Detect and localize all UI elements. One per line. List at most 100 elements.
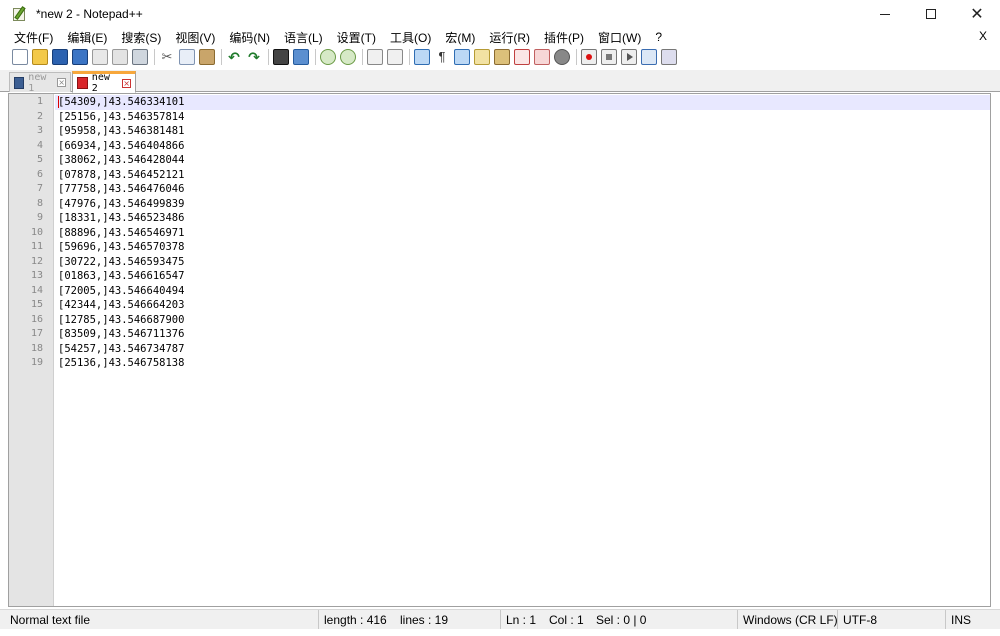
run-multiple-icon[interactable]: [641, 49, 657, 65]
tab-new-1[interactable]: new 1 ×: [9, 72, 71, 94]
menu-language[interactable]: 语言(L): [277, 29, 330, 46]
line-number: 11: [30, 241, 43, 252]
menu-file[interactable]: 文件(F): [0, 29, 60, 46]
show-all-characters-icon[interactable]: ¶: [434, 49, 450, 65]
open-file-icon[interactable]: [32, 49, 48, 65]
editor-line[interactable]: 12 [30722,]43.546593475: [31, 255, 990, 270]
close-tab-icon[interactable]: ×: [122, 78, 131, 88]
new-file-icon[interactable]: [12, 49, 28, 65]
menu-view[interactable]: 视图(V): [168, 29, 222, 46]
editor-line[interactable]: 16 [12785,]43.546687900: [31, 313, 990, 328]
close-document-button[interactable]: X: [979, 29, 987, 43]
zoom-in-icon[interactable]: [320, 49, 336, 65]
editor-line[interactable]: 10 [88896,]43.546546971: [31, 226, 990, 241]
editor-line[interactable]: 19 [25136,]43.546758138: [31, 356, 990, 371]
line-text: [12785,]43.546687900: [58, 313, 185, 326]
line-number: 10: [30, 226, 43, 238]
save-macro-icon[interactable]: [661, 49, 677, 65]
window-bottom-edge: [0, 629, 1000, 636]
redo-icon[interactable]: ↷: [246, 49, 262, 65]
toolbar-separator: [362, 49, 363, 65]
menu-search[interactable]: 搜索(S): [114, 29, 168, 46]
line-text: [25156,]43.546357814: [58, 110, 185, 123]
editor-line[interactable]: 17 [83509,]43.546711376: [31, 327, 990, 342]
text-editor[interactable]: 1 [54309,]43.546334101 2 [25156,]43.5463578…: [8, 93, 991, 607]
unsaved-file-icon: [77, 77, 88, 89]
toolbar-separator: [315, 49, 316, 65]
paste-icon[interactable]: [199, 49, 215, 65]
copy-icon[interactable]: [179, 49, 195, 65]
playback-icon[interactable]: [621, 49, 637, 65]
close-all-icon[interactable]: [112, 49, 128, 65]
tab-new-2[interactable]: new 2 ×: [72, 71, 136, 94]
replace-icon[interactable]: [293, 49, 309, 65]
menu-settings[interactable]: 设置(T): [330, 29, 383, 46]
text-caret: [58, 96, 59, 108]
print-icon[interactable]: [132, 49, 148, 65]
menu-window[interactable]: 窗口(W): [591, 29, 648, 46]
line-number: 1: [36, 96, 43, 107]
menu-run[interactable]: 运行(R): [482, 29, 537, 46]
save-icon[interactable]: [52, 49, 68, 65]
line-text: [01863,]43.546616547: [58, 270, 185, 282]
save-all-icon[interactable]: [72, 49, 88, 65]
line-number: 14: [30, 284, 43, 296]
line-text: [18331,]43.546523486: [58, 212, 185, 224]
editor-line[interactable]: 3 [95958,]43.546381481: [37, 124, 990, 139]
status-bar: Normal text file length : 416 lines : 19…: [0, 609, 1000, 630]
sync-vertical-icon[interactable]: [367, 49, 383, 65]
editor-line[interactable]: 6 [07878,]43.546452121: [37, 168, 990, 183]
editor-line[interactable]: 1 [54309,]43.546334101: [37, 95, 990, 110]
minimize-icon: [880, 13, 890, 15]
sync-horizontal-icon[interactable]: [387, 49, 403, 65]
zoom-out-icon[interactable]: [340, 49, 356, 65]
editor-line[interactable]: 14 [72005,]43.546640494: [31, 284, 990, 299]
editor-line[interactable]: 15 [42344,]43.546664203: [31, 298, 990, 313]
menu-edit[interactable]: 编辑(E): [60, 29, 114, 46]
close-file-icon[interactable]: [92, 49, 108, 65]
editor-line[interactable]: 8 [47976,]43.546499839: [37, 197, 990, 212]
editor-line[interactable]: 7 [77758,]43.546476046: [37, 182, 990, 197]
line-number: 17: [30, 328, 43, 339]
close-tab-icon[interactable]: ×: [57, 78, 66, 87]
tab-label: new 2: [91, 72, 110, 94]
toolbar-separator: [409, 49, 410, 65]
editor-line[interactable]: 11 [59696,]43.546570378: [31, 240, 990, 255]
undo-icon[interactable]: ↶: [226, 49, 242, 65]
monitoring-icon[interactable]: [554, 49, 570, 65]
menu-plugins[interactable]: 插件(P): [537, 29, 591, 46]
line-number: 8: [36, 197, 43, 209]
user-language-icon[interactable]: [474, 49, 490, 65]
folder-workspace-icon[interactable]: [534, 49, 550, 65]
cut-icon[interactable]: ✂: [159, 49, 175, 65]
editor-line[interactable]: 13 [01863,]43.546616547: [31, 269, 990, 284]
function-list-icon[interactable]: [514, 49, 530, 65]
editor-line[interactable]: 5 [38062,]43.546428044: [37, 153, 990, 168]
line-text: [47976,]43.546499839: [58, 197, 185, 210]
menu-bar: 文件(F) 编辑(E) 搜索(S) 视图(V) 编码(N) 语言(L) 设置(T…: [0, 28, 1000, 46]
line-text: [88896,]43.546546971: [58, 226, 185, 239]
window-title: *new 2 - Notepad++: [36, 7, 143, 21]
editor-line[interactable]: 4 [66934,]43.546404866: [37, 139, 990, 154]
menu-help[interactable]: ?: [648, 30, 669, 44]
minimize-button[interactable]: [862, 0, 908, 28]
word-wrap-icon[interactable]: [414, 49, 430, 65]
title-bar: *new 2 - Notepad++ ✕: [0, 0, 1000, 28]
menu-tools[interactable]: 工具(O): [383, 29, 438, 46]
find-icon[interactable]: [273, 49, 289, 65]
line-number: 15: [30, 299, 43, 310]
editor-line[interactable]: 18 [54257,]43.546734787: [31, 342, 990, 357]
stop-recording-icon[interactable]: [601, 49, 617, 65]
menu-encoding[interactable]: 编码(N): [222, 29, 277, 46]
editor-line[interactable]: 2 [25156,]43.546357814: [37, 110, 990, 125]
line-number: 13: [30, 270, 43, 281]
indent-guide-icon[interactable]: [454, 49, 470, 65]
maximize-button[interactable]: [908, 0, 954, 28]
editor-line[interactable]: 9 [18331,]43.546523486: [37, 211, 990, 226]
document-map-icon[interactable]: [494, 49, 510, 65]
record-macro-icon[interactable]: [581, 49, 597, 65]
close-window-button[interactable]: ✕: [954, 0, 1000, 28]
line-number: 18: [30, 342, 43, 354]
menu-macro[interactable]: 宏(M): [438, 29, 482, 46]
code-area[interactable]: 1 [54309,]43.546334101 2 [25156,]43.5463578…: [31, 94, 990, 606]
